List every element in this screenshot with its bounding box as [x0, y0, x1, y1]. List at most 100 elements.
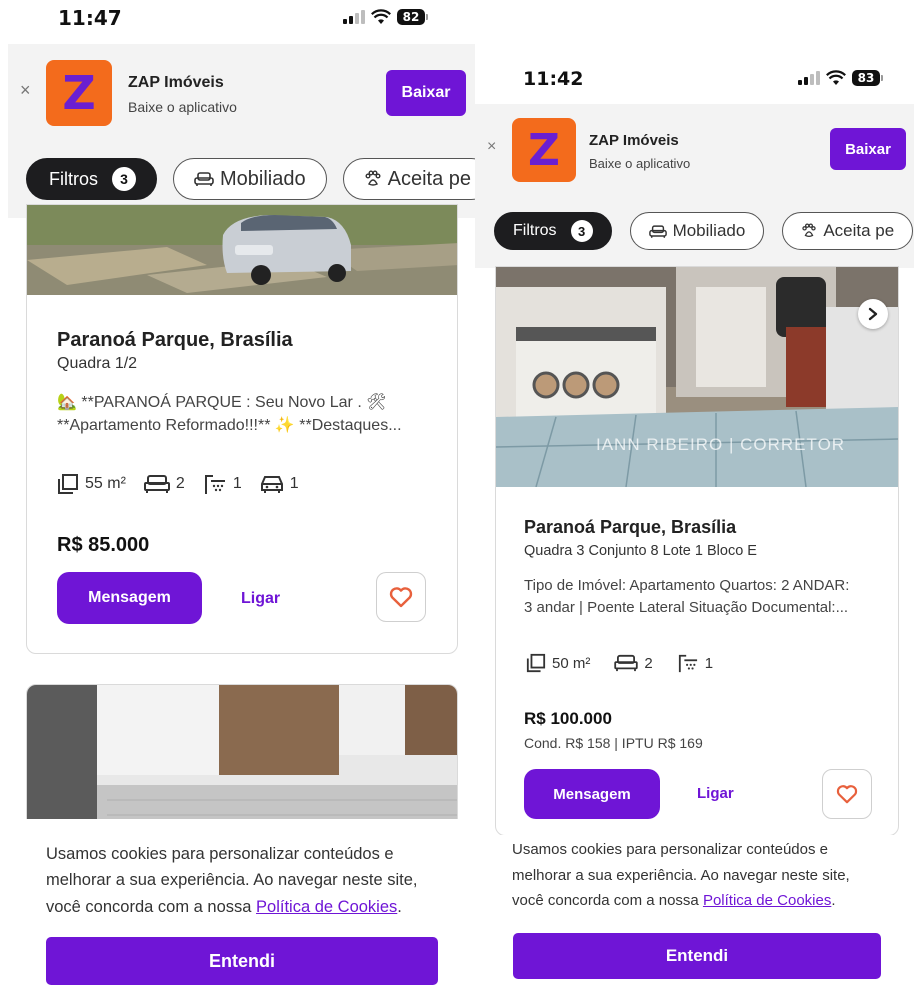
bathrooms-value: 1	[232, 475, 242, 492]
filters-label: Filtros	[49, 168, 98, 189]
filter-chips: Filtros 3 Mobiliado Aceita pe	[475, 212, 914, 250]
listing-price: R$ 100.000	[524, 709, 612, 728]
pets-chip[interactable]: Aceita pe	[782, 212, 914, 250]
zap-logo: Z	[46, 60, 112, 126]
app-subtitle: Baixe o aplicativo	[589, 156, 691, 171]
filters-count-badge: 3	[112, 167, 136, 191]
area-feature: 55 m²	[57, 473, 126, 495]
sofa-icon	[648, 224, 667, 238]
listing-description-line: **Apartamento Reformado!!!** ✨ **Destaqu…	[57, 417, 402, 435]
listing-description-line: Tipo de Imóvel: Apartamento Quartos: 2 A…	[524, 577, 850, 594]
area-feature: 50 m²	[526, 653, 590, 673]
app-subtitle: Baixe o aplicativo	[128, 99, 237, 115]
accept-cookies-button[interactable]: Entendi	[46, 937, 438, 985]
cookie-message: Usamos cookies para personalizar conteúd…	[46, 841, 446, 920]
battery-level: 83	[852, 70, 880, 86]
furnished-chip[interactable]: Mobiliado	[173, 158, 327, 200]
call-link[interactable]: Ligar	[241, 590, 280, 608]
listing-address: Quadra 1/2	[57, 355, 138, 372]
paw-icon	[365, 170, 381, 186]
battery-level: 82	[397, 9, 425, 25]
listing-title: Paranoá Parque, Brasília	[524, 517, 737, 537]
listing-card[interactable]: IANN RIBEIRO | CORRETOR Paranoá Parque, …	[495, 266, 899, 836]
sofa-icon	[194, 172, 214, 186]
parking-feature: 1	[260, 474, 299, 494]
filters-count-badge: 3	[570, 220, 593, 242]
wifi-icon	[826, 70, 846, 85]
battery-indicator: 83	[852, 70, 883, 86]
furnished-label: Mobiliado	[672, 221, 746, 240]
shower-icon	[204, 475, 225, 494]
parking-value: 1	[289, 475, 299, 492]
floor-area-icon	[526, 653, 546, 673]
listing-photo[interactable]: IANN RIBEIRO | CORRETOR	[496, 267, 898, 487]
signal-icon	[343, 10, 365, 24]
bathrooms-feature: 1	[677, 653, 713, 673]
cookie-policy-link[interactable]: Política de Cookies	[703, 892, 831, 909]
cookie-message: Usamos cookies para personalizar conteúd…	[512, 837, 882, 914]
close-banner-icon[interactable]: ×	[487, 138, 496, 156]
listing-description: 🏡 **PARANOÁ PARQUE : Seu Novo Lar . 🛠 **…	[57, 391, 453, 437]
next-photo-button[interactable]	[858, 299, 888, 329]
wifi-icon	[371, 9, 391, 24]
favorite-button[interactable]	[822, 769, 872, 819]
filters-label: Filtros	[513, 222, 557, 239]
message-button[interactable]: Mensagem	[524, 769, 660, 819]
heart-outline-icon	[836, 785, 858, 804]
status-time: 11:42	[523, 68, 584, 90]
floor-area-icon	[58, 474, 78, 494]
photo-watermark: IANN RIBEIRO | CORRETOR	[596, 435, 846, 454]
filters-chip[interactable]: Filtros 3	[26, 158, 157, 200]
listing-features: 50 m² 2 1	[526, 653, 713, 673]
cookie-banner: Usamos cookies para personalizar conteúd…	[8, 819, 475, 989]
bed-icon	[614, 654, 639, 672]
cookie-banner: Usamos cookies para personalizar conteúd…	[475, 835, 914, 989]
paw-icon	[802, 223, 816, 237]
download-app-button[interactable]: Baixar	[386, 70, 466, 116]
bathrooms-value: 1	[704, 654, 714, 672]
cookie-text-end: .	[831, 892, 836, 909]
left-phone-screen: 11:47 82 × Z ZAP Imóveis Baixe o aplicat…	[8, 0, 475, 989]
bed-icon	[143, 475, 170, 493]
shower-icon	[678, 654, 697, 673]
listing-title: Paranoá Parque, Brasília	[57, 329, 293, 351]
listing-photo-image	[27, 205, 457, 295]
accept-cookies-button[interactable]: Entendi	[513, 933, 881, 979]
status-bar: 11:47 82	[8, 0, 475, 40]
listing-features: 55 m² 2 1 1	[57, 473, 299, 495]
listing-description-line: 3 andar | Poente Lateral Situação Docume…	[524, 598, 849, 616]
status-time: 11:47	[58, 6, 122, 30]
call-link[interactable]: Ligar	[697, 785, 734, 802]
message-button[interactable]: Mensagem	[57, 572, 202, 624]
bedrooms-value: 2	[644, 654, 653, 672]
status-icons: 83	[798, 70, 883, 86]
furnished-label: Mobiliado	[220, 167, 306, 190]
app-name: ZAP Imóveis	[589, 132, 679, 149]
listing-description-line: 🏡 **PARANOÁ PARQUE : Seu Novo Lar . 🛠	[57, 394, 387, 411]
listing-price: R$ 85.000	[57, 534, 150, 556]
listing-description: Tipo de Imóvel: Apartamento Quartos: 2 A…	[524, 575, 896, 619]
furnished-chip[interactable]: Mobiliado	[629, 212, 765, 250]
cookie-policy-link[interactable]: Política de Cookies	[256, 898, 397, 916]
status-icons: 82	[343, 9, 428, 25]
bathrooms-feature: 1	[203, 473, 242, 495]
app-name: ZAP Imóveis	[128, 74, 224, 91]
download-app-button[interactable]: Baixar	[830, 128, 906, 170]
cookie-text-end: .	[397, 897, 402, 916]
pets-chip[interactable]: Aceita pe	[342, 158, 475, 200]
chevron-right-icon	[868, 307, 878, 321]
car-icon	[260, 476, 283, 493]
bedrooms-value: 2	[175, 475, 185, 492]
area-value: 55 m²	[85, 475, 126, 492]
battery-indicator: 82	[397, 9, 428, 25]
filter-chips: Filtros 3 Mobiliado Aceita pe	[8, 158, 475, 200]
listing-photo[interactable]	[27, 205, 457, 295]
bedrooms-feature: 2	[143, 474, 185, 494]
close-banner-icon[interactable]: ×	[20, 80, 31, 101]
filters-chip[interactable]: Filtros 3	[494, 212, 612, 250]
pets-label: Aceita pe	[387, 167, 471, 190]
pets-label: Aceita pe	[823, 221, 895, 240]
listing-card[interactable]: Paranoá Parque, Brasília Quadra 1/2 🏡 **…	[26, 204, 458, 654]
listing-fees: Cond. R$ 158 | IPTU R$ 169	[524, 735, 703, 751]
favorite-button[interactable]	[376, 572, 426, 622]
